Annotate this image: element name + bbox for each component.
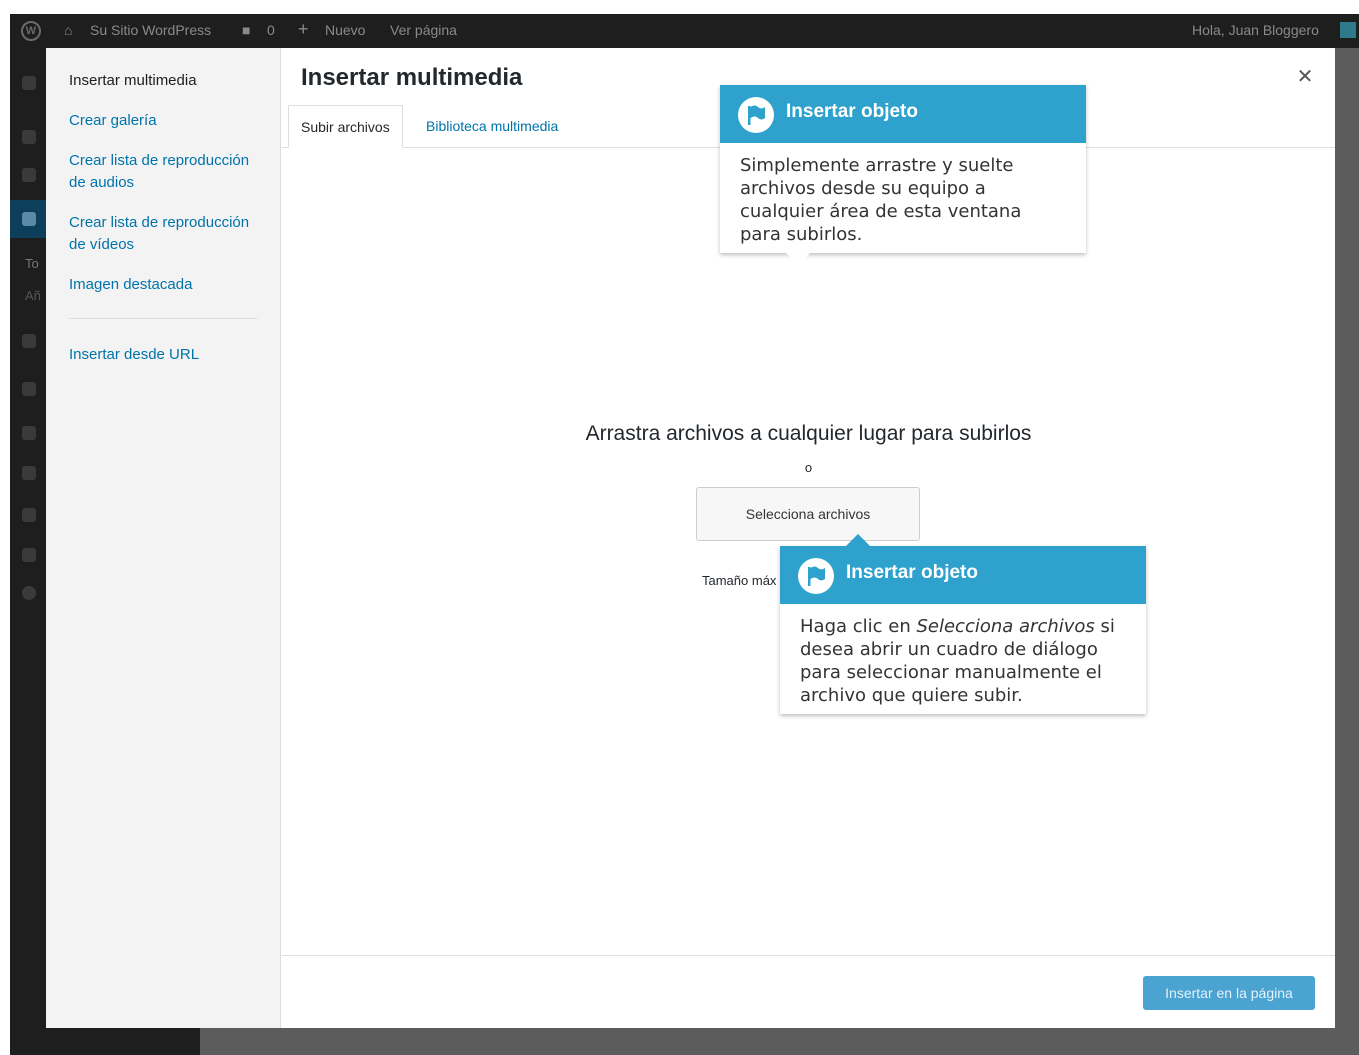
comments-icon[interactable] (22, 334, 36, 348)
pointer-body-emphasis: Selecciona archivos (916, 616, 1095, 637)
insert-into-page-button[interactable]: Insertar en la página (1143, 976, 1315, 1010)
pointer-tooltip: Insertar objeto Simplemente arrastre y s… (720, 85, 1086, 265)
menu-item-insert-from-url[interactable]: Insertar desde URL (69, 344, 259, 366)
comments-icon[interactable]: ■ (242, 22, 250, 38)
plugins-icon[interactable] (22, 426, 36, 440)
footer-divider (282, 955, 1335, 956)
pointer-heading: Insertar objeto (846, 562, 978, 583)
wordpress-logo-icon[interactable]: W (21, 21, 41, 41)
user-greeting[interactable]: Hola, Juan Bloggero (1192, 22, 1319, 38)
pointer-heading: Insertar objeto (786, 101, 918, 122)
pointer-header: Insertar objeto (720, 85, 1086, 143)
media-icon[interactable] (22, 168, 36, 182)
pointer-body: Simplemente arrastre y suelte archivos d… (740, 155, 1022, 245)
close-icon[interactable]: ✕ (1293, 64, 1317, 88)
tab-upload-files[interactable]: Subir archivos (288, 105, 403, 148)
pointer-tooltip: Insertar objeto Haga clic en Selecciona … (780, 534, 1146, 717)
flag-icon (738, 97, 774, 133)
plus-icon[interactable]: + (298, 19, 309, 40)
page-top-margin (0, 0, 1359, 14)
settings-icon[interactable] (22, 548, 36, 562)
menu-item-audio-playlist[interactable]: Crear lista de reproducción de audios (69, 150, 259, 194)
admin-sidebar: To Añ (10, 48, 46, 1055)
view-page-link[interactable]: Ver página (390, 22, 457, 38)
overlay-backdrop (200, 1028, 1359, 1055)
flag-icon (798, 558, 834, 594)
or-text: o (804, 460, 813, 475)
pages-icon[interactable] (22, 212, 36, 226)
pointer-header: Insertar objeto (780, 546, 1146, 604)
tools-icon[interactable] (22, 508, 36, 522)
menu-item-insert-media[interactable]: Insertar multimedia (69, 70, 259, 92)
appearance-icon[interactable] (22, 382, 36, 396)
tab-media-library[interactable]: Biblioteca multimedia (414, 105, 570, 148)
avatar[interactable] (1340, 22, 1356, 38)
admin-bar: W ⌂ Su Sitio WordPress ■ 0 + Nuevo Ver p… (10, 14, 1359, 48)
pointer-body: Haga clic en Selecciona archivos si dese… (780, 604, 1146, 717)
max-upload-size: Tamaño máx (702, 573, 777, 588)
pointer-arrow (786, 253, 810, 265)
pin-icon[interactable] (22, 130, 36, 144)
users-icon[interactable] (22, 466, 36, 480)
media-modal: Insertar multimedia Crear galería Crear … (46, 48, 1335, 1028)
admin-sidebar-bottom (10, 1028, 200, 1055)
new-link[interactable]: Nuevo (325, 22, 365, 38)
menu-separator (69, 318, 257, 319)
drop-instructions: Arrastra archivos a cualquier lugar para… (585, 422, 1032, 445)
comments-count[interactable]: 0 (267, 22, 275, 38)
home-icon[interactable]: ⌂ (64, 22, 72, 38)
menu-item-create-gallery[interactable]: Crear galería (69, 110, 259, 132)
menu-item-video-playlist[interactable]: Crear lista de reproducción de vídeos (69, 212, 259, 256)
sidebar-partial-text: To (25, 256, 39, 271)
collapse-icon[interactable] (22, 586, 36, 600)
sidebar-partial-text: Añ (25, 288, 41, 303)
overlay-backdrop (1335, 48, 1359, 1028)
media-menu: Insertar multimedia Crear galería Crear … (46, 48, 281, 1028)
dashboard-icon[interactable] (22, 76, 36, 90)
modal-title: Insertar multimedia (301, 64, 523, 91)
menu-item-featured-image[interactable]: Imagen destacada (69, 274, 259, 296)
site-name-link[interactable]: Su Sitio WordPress (90, 22, 211, 38)
select-files-button[interactable]: Selecciona archivos (696, 487, 920, 541)
pointer-body-text: Haga clic en (800, 616, 917, 637)
pointer-arrow (846, 534, 870, 546)
